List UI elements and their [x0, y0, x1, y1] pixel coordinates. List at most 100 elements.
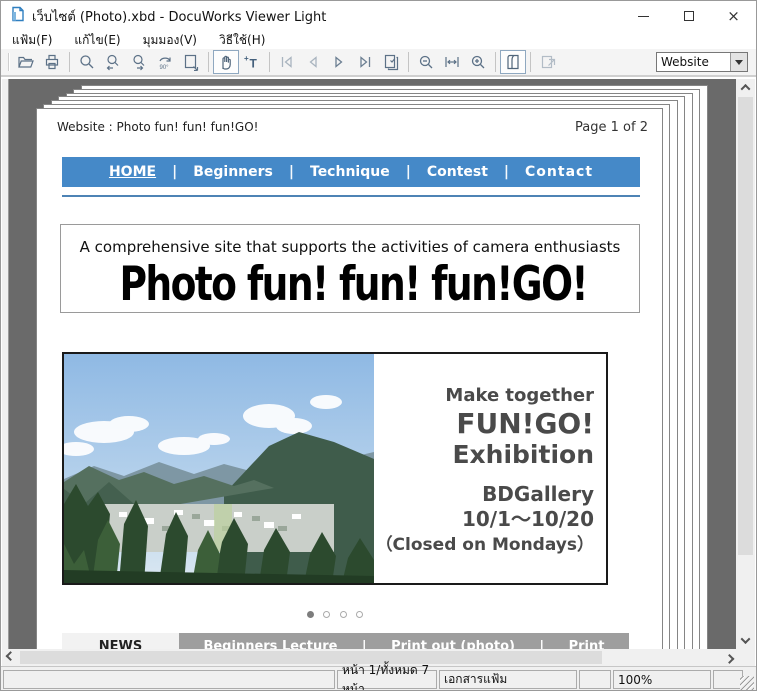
zoom-out-button[interactable]	[413, 50, 439, 74]
nav-home[interactable]: HOME	[109, 164, 156, 180]
feature-text-panel: Make together FUN!GO! Exhibition BDGalle…	[374, 354, 606, 583]
rotate-90-icon: 90°	[159, 57, 171, 71]
previous-page-button[interactable]	[300, 50, 326, 74]
workspace-left-margin	[2, 79, 9, 649]
next-view-button[interactable]	[126, 50, 152, 74]
send-to-editor-button[interactable]	[535, 50, 561, 74]
svg-text:T: T	[250, 57, 258, 71]
scroll-left-button[interactable]	[2, 649, 19, 666]
last-page-icon	[360, 56, 371, 68]
toolbar-separator	[495, 52, 496, 72]
nav-underline	[62, 195, 640, 197]
open-icon	[18, 56, 34, 68]
status-page-info: หน้า 1/ทั้งหมด 7 หน้า	[337, 663, 437, 690]
open-button[interactable]	[13, 50, 39, 74]
rotate-90-button[interactable]: 90°	[152, 50, 178, 74]
page-list-icon	[384, 54, 399, 71]
resize-grip[interactable]	[740, 676, 754, 690]
minimize-button[interactable]	[621, 1, 666, 31]
carousel-dot-active	[307, 611, 315, 618]
tab-news[interactable]: NEWS	[62, 633, 179, 649]
close-icon: ×	[727, 6, 740, 25]
mountain-valley-photo	[64, 354, 374, 583]
send-to-editor-icon	[541, 55, 556, 69]
previous-view-button[interactable]	[100, 50, 126, 74]
scroll-up-button[interactable]	[736, 79, 755, 96]
nav-contact[interactable]: Contact	[525, 164, 593, 180]
nav-technique[interactable]: Technique	[310, 164, 390, 180]
menu-file[interactable]: แฟ้ม(F)	[1, 31, 63, 49]
nav-separator: |	[503, 164, 510, 180]
zoom-out-icon	[419, 55, 433, 69]
docuworks-document-icon	[10, 6, 26, 26]
menu-bar: แฟ้ม(F) แก้ไข(E) มุมมอง(V) วิธีใช้(H)	[1, 31, 756, 49]
first-page-icon	[281, 56, 292, 68]
site-tagline: A comprehensive site that supports the a…	[79, 238, 621, 256]
close-button[interactable]: ×	[711, 1, 756, 31]
nav-beginners[interactable]: Beginners	[193, 164, 273, 180]
magnifier-icon	[80, 55, 94, 69]
maximize-button[interactable]	[666, 1, 711, 31]
tab-print[interactable]: Print	[569, 639, 605, 649]
title-bar: เว็บไซต์ (Photo).xbd - DocuWorks Viewer …	[1, 1, 756, 31]
status-panel-right	[713, 670, 743, 689]
hand-tool-button[interactable]	[213, 50, 239, 74]
scroll-down-button[interactable]	[736, 632, 755, 649]
toolbar-gripper	[8, 53, 10, 71]
magnifier-forward-icon	[133, 54, 145, 71]
print-icon	[45, 54, 59, 70]
menu-view[interactable]: มุมมอง(V)	[132, 31, 208, 49]
document-header-title: Website : Photo fun! fun! fun!GO!	[57, 120, 259, 134]
combobox-dropdown-button[interactable]	[730, 53, 747, 71]
maximize-icon	[683, 11, 694, 21]
page-turn-button[interactable]	[500, 50, 526, 74]
nav-contest[interactable]: Contest	[427, 164, 488, 180]
fit-page-button[interactable]	[178, 50, 204, 74]
plugin-combobox[interactable]: Website	[656, 52, 748, 72]
toolbar-separator	[269, 52, 270, 72]
tab-strip: Beginners Lecture | Print out (photo) | …	[179, 633, 629, 649]
docuworks-viewer-window: เว็บไซต์ (Photo).xbd - DocuWorks Viewer …	[0, 0, 757, 691]
document-workspace: Website : Photo fun! fun! fun!GO! Page 1…	[2, 79, 738, 649]
status-doc-type: เอกสารแฟ้ม	[439, 670, 577, 689]
svg-text:90°: 90°	[160, 65, 170, 71]
feature-line-2: FUN!GO!	[456, 407, 594, 440]
chevron-down-icon	[735, 59, 743, 65]
zoom-in-button[interactable]	[465, 50, 491, 74]
nav-separator: |	[288, 164, 294, 180]
vertical-scroll-thumb[interactable]	[738, 97, 753, 555]
fit-page-icon	[184, 54, 199, 71]
last-page-button[interactable]	[352, 50, 378, 74]
chevron-left-icon	[5, 651, 16, 662]
site-navigation: HOME | Beginners | Technique | Contest |…	[62, 157, 640, 187]
tab-separator: |	[539, 639, 545, 649]
toolbar-separator	[408, 52, 409, 72]
zoom-select-button[interactable]	[74, 50, 100, 74]
chevron-down-icon	[740, 634, 751, 645]
tab-print-out[interactable]: Print out (photo)	[391, 639, 515, 649]
carousel-dots	[62, 604, 608, 623]
carousel-dot	[339, 611, 347, 618]
fit-width-button[interactable]	[439, 50, 465, 74]
horizontal-scroll-thumb[interactable]	[20, 651, 602, 664]
feature-venue: BDGallery	[482, 482, 594, 506]
next-page-button[interactable]	[326, 50, 352, 74]
minimize-icon	[638, 15, 649, 17]
tab-beginners-lecture[interactable]: Beginners Lecture	[203, 639, 337, 649]
toolbar-separator	[208, 52, 209, 72]
status-zoom-level: 100%	[613, 670, 711, 689]
nav-separator: |	[405, 164, 411, 180]
vertical-scrollbar[interactable]	[736, 79, 755, 649]
page-turn-icon	[507, 54, 519, 70]
add-text-button[interactable]: + T	[239, 50, 265, 74]
page-list-button[interactable]	[378, 50, 404, 74]
print-button[interactable]	[39, 50, 65, 74]
section-tabs: NEWS Beginners Lecture | Print out (phot…	[62, 633, 629, 649]
status-panel-empty	[3, 670, 335, 689]
menu-help[interactable]: วิธีใช้(H)	[208, 31, 276, 49]
page-number-label: Page 1 of 2	[575, 120, 648, 135]
first-page-button[interactable]	[274, 50, 300, 74]
carousel-dot	[323, 611, 331, 618]
menu-edit[interactable]: แก้ไข(E)	[63, 31, 131, 49]
svg-text:+: +	[244, 54, 249, 63]
